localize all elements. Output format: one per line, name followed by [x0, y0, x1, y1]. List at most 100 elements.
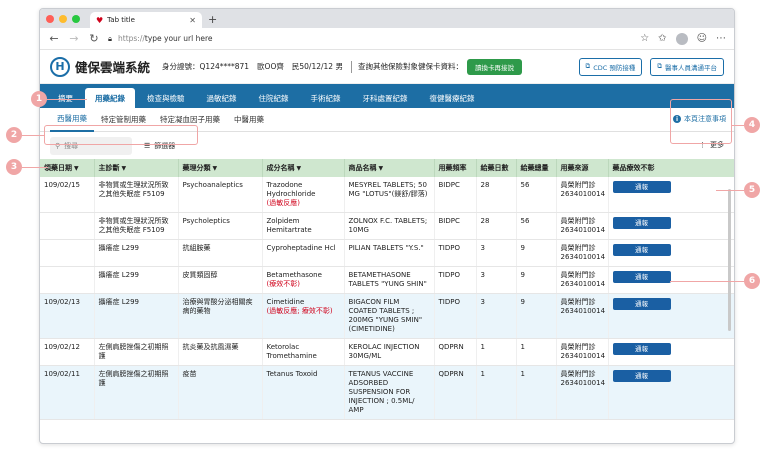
cell-ingredient: Cyproheptadine Hcl — [262, 239, 345, 267]
minimize-window-button[interactable] — [59, 14, 67, 23]
annotation-marker-5: 5 — [744, 182, 760, 198]
read-card-button[interactable]: 讀換卡再接說 — [466, 58, 522, 75]
cell-product: MESYREL TABLETS; 50 MG "LOTUS"(鎂舒/膠落) — [344, 177, 435, 213]
maximize-window-button[interactable] — [72, 14, 80, 23]
main-tab-7[interactable]: 復健醫療紀錄 — [420, 88, 485, 108]
patient-name: 歐OO齊 — [257, 62, 284, 71]
report-button[interactable]: 通報 — [612, 181, 671, 193]
cell-freq: BIDPC — [434, 212, 477, 240]
column-header-2[interactable]: 藥理分類 ▼ — [178, 159, 263, 177]
cell-text: MESYREL TABLETS; 50 MG "LOTUS"(鎂舒/膠落) — [348, 181, 428, 198]
table-row[interactable]: 攝癢症 L299 抗組胺藥 Cyproheptadine Hcl PILIAN TAB… — [40, 239, 734, 267]
cell-ingredient: Trazodone Hydrochloride (過敏反應) — [262, 177, 345, 213]
cell-text: 3 — [480, 298, 485, 306]
browser-tab[interactable]: ♥ Tab title ✕ — [90, 12, 202, 28]
cell-text: 抗炎藥及抗風濕藥 — [182, 343, 239, 351]
table-row[interactable]: 109/02/15 非物質或生理狀況所致之其他失眠症 F5109 Psychoana… — [40, 177, 734, 213]
bookmarks-icon[interactable]: ✩ — [658, 33, 666, 44]
main-tab-4[interactable]: 住院紀錄 — [249, 88, 299, 108]
cell-date — [40, 266, 95, 294]
main-tab-0[interactable]: 摘要 — [48, 88, 83, 108]
table-row[interactable]: 109/02/12 左側肩膀挫傷之初期照護 抗炎藥及抗風濕藥 Ketorolac Tr… — [40, 338, 734, 366]
annotation-box-2 — [44, 125, 198, 145]
column-header-label: 主診斷 — [98, 164, 120, 172]
forward-arrow-icon[interactable]: → — [68, 32, 80, 45]
table-row[interactable]: 109/02/11 左側肩膀挫傷之初期照護 疫苗 Tetanus Toxoid TETA… — [40, 365, 734, 420]
cell-text: 員榮附門診 2634010014 — [560, 271, 606, 288]
cell-text: 疫苗 — [182, 370, 197, 378]
report-button[interactable]: 通報 — [612, 217, 671, 229]
cell-source: 員榮附門診 2634010014 — [556, 177, 609, 213]
column-header-label: 給藥總量 — [520, 164, 549, 172]
main-tab-6[interactable]: 牙科處置紀錄 — [353, 88, 418, 108]
cell-text: 員榮附門診 2634010014 — [560, 298, 606, 315]
main-tab-3[interactable]: 過敏紀錄 — [197, 88, 247, 108]
smiley-icon[interactable]: ☺ — [697, 33, 707, 44]
new-tab-icon[interactable]: + — [208, 12, 217, 28]
lock-icon: 🔒︎ — [108, 33, 112, 43]
cell-days: 28 — [476, 177, 517, 213]
report-button[interactable]: 通報 — [612, 298, 671, 310]
cell-product: TETANUS VACCINE ADSORBED SUSPENSION FOR … — [344, 365, 435, 420]
table-body: 109/02/15 非物質或生理狀況所致之其他失眠症 F5109 Psychoana… — [40, 177, 734, 420]
main-tab-1[interactable]: 用藥紀錄 — [85, 88, 135, 108]
sub-tab-3[interactable]: 中醫用藥 — [227, 108, 271, 132]
column-header-1[interactable]: 主診斷 ▼ — [94, 159, 179, 177]
cell-source: 員榮附門診 2634010014 — [556, 293, 609, 339]
cell-text: 左側肩膀挫傷之初期照護 — [98, 370, 169, 387]
cell-text: QDPRN — [438, 343, 464, 351]
cell-text: 3 — [480, 271, 485, 279]
cell-text: 左側肩膀挫傷之初期照護 — [98, 343, 169, 360]
column-header-label: 藥理分類 — [182, 164, 211, 172]
cell-text: BIGACON FILM COATED TABLETS ; 200MG "YUN… — [348, 298, 423, 333]
cdc-vaccination-button[interactable]: ⧉ CDC 預防接種 — [578, 57, 643, 76]
cell-text: BIDPC — [438, 181, 460, 189]
table-row[interactable]: 攝癢症 L299 皮質類固醇 Betamethasone (療效不彰) BETAMETH… — [40, 266, 734, 294]
vertical-scrollbar[interactable] — [728, 189, 731, 331]
column-header-0[interactable]: 領藥日期 ▼ — [40, 159, 95, 177]
sort-caret-icon[interactable]: ▼ — [74, 165, 79, 172]
close-window-button[interactable] — [46, 14, 54, 23]
back-arrow-icon[interactable]: ← — [48, 32, 60, 45]
column-header-label: 用藥來源 — [560, 164, 589, 172]
cell-text: Zolpidem Hemitartrate — [266, 217, 312, 234]
column-header-4[interactable]: 商品名稱 ▼ — [344, 159, 435, 177]
cell-text: 非物質或生理狀況所致之其他失眠症 F5109 — [98, 181, 169, 198]
profile-avatar[interactable] — [675, 32, 688, 45]
external-link-icon: ⧉ — [585, 62, 591, 70]
main-tab-2[interactable]: 檢查與檢驗 — [137, 88, 195, 108]
cell-text: 攝癢症 L299 — [98, 298, 140, 306]
cell-text: 9 — [520, 298, 525, 306]
report-button[interactable]: 通報 — [612, 271, 671, 283]
close-tab-icon[interactable]: ✕ — [189, 16, 196, 25]
column-header-label: 領藥日期 — [44, 164, 72, 172]
report-button[interactable]: 通報 — [612, 244, 671, 256]
column-header-8: 用藥來源 — [556, 159, 609, 177]
star-icon[interactable]: ☆ — [640, 33, 649, 44]
column-header-3[interactable]: 成分名稱 ▼ — [262, 159, 345, 177]
sort-caret-icon[interactable]: ▼ — [379, 165, 384, 172]
table-row[interactable]: 非物質或生理狀況所致之其他失眠症 F5109 Psycholeptics Zolpi… — [40, 212, 734, 240]
cell-freq: QDPRN — [434, 338, 477, 366]
medical-channel-button[interactable]: ⧉ 醫事人員溝通平台 — [650, 57, 724, 76]
cell-text: 56 — [520, 181, 530, 189]
annotation-line-2 — [22, 135, 44, 136]
sort-caret-icon[interactable]: ▼ — [297, 165, 302, 172]
reload-icon[interactable]: ↻ — [88, 32, 100, 45]
table-row[interactable]: 109/02/13 攝癢症 L299 治療與胃酸分泌相關疾病的藥物 Cimetidin… — [40, 293, 734, 339]
cell-total: 56 — [516, 212, 557, 240]
sort-caret-icon[interactable]: ▼ — [213, 165, 218, 172]
sort-caret-icon[interactable]: ▼ — [122, 165, 127, 172]
report-button[interactable]: 通報 — [612, 370, 671, 382]
cell-text: 28 — [480, 181, 490, 189]
cell-text: 1 — [520, 370, 525, 378]
annotation-marker-6: 6 — [744, 273, 760, 289]
cell-date: 109/02/15 — [40, 177, 95, 213]
cell-date: 109/02/13 — [40, 293, 95, 339]
report-button[interactable]: 通報 — [612, 343, 671, 355]
main-tab-5[interactable]: 手術紀錄 — [301, 88, 351, 108]
cell-text: 非物質或生理狀況所致之其他失眠症 F5109 — [98, 217, 169, 234]
url-field[interactable]: 🔒︎ https://type your url here — [108, 34, 632, 44]
more-options-icon[interactable]: ⋯ — [716, 33, 726, 44]
cell-total: 9 — [516, 239, 557, 267]
